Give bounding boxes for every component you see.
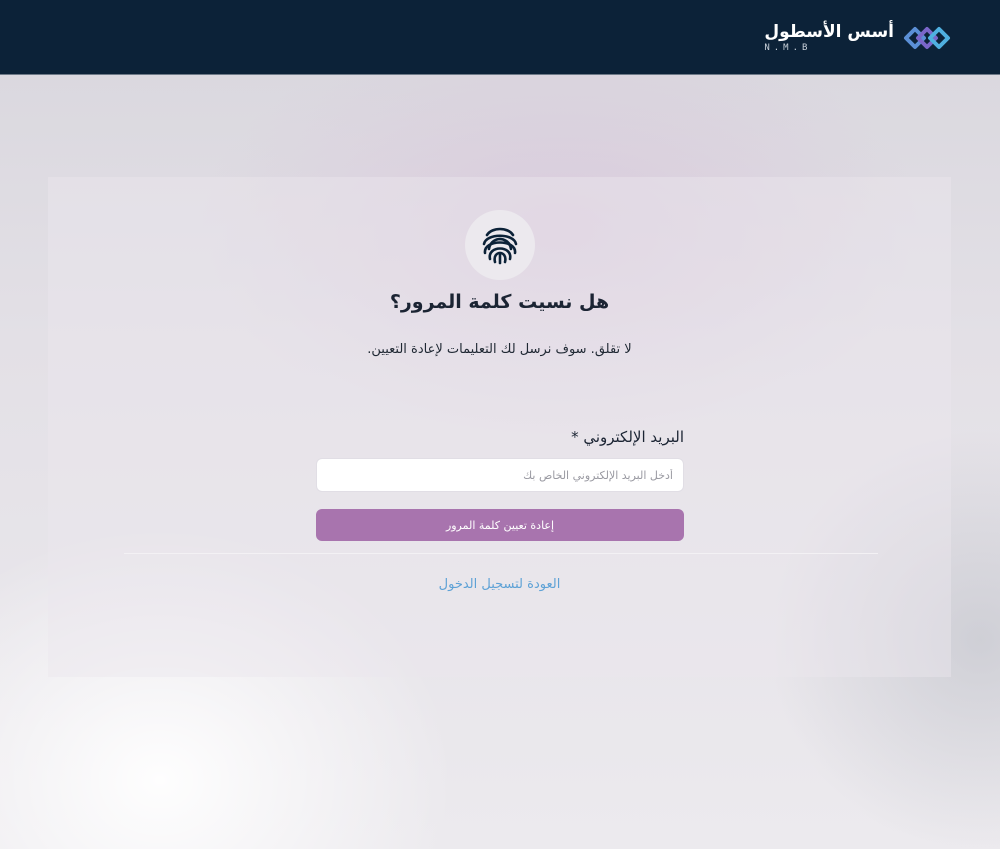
brand-subtitle: N.M.B bbox=[764, 43, 812, 53]
fingerprint-badge bbox=[465, 210, 535, 280]
back-to-login-link[interactable]: العودة لتسجيل الدخول bbox=[48, 577, 951, 592]
reset-password-button[interactable]: إعادة تعيين كلمة المرور bbox=[316, 509, 684, 541]
page-subtitle: لا تقلق. سوف نرسل لك التعليمات لإعادة ال… bbox=[367, 342, 632, 357]
fingerprint-icon bbox=[482, 227, 518, 265]
email-label: البريد الإلكتروني * bbox=[571, 428, 684, 446]
forgot-password-card: هل نسيت كلمة المرور؟ لا تقلق. سوف نرسل ل… bbox=[48, 177, 951, 677]
brand-name: أسس الأسطول bbox=[764, 22, 894, 42]
divider bbox=[124, 553, 878, 554]
page-title: هل نسيت كلمة المرور؟ bbox=[389, 291, 610, 313]
brand[interactable]: أسس الأسطول N.M.B bbox=[764, 20, 952, 56]
brand-text: أسس الأسطول N.M.B bbox=[764, 22, 894, 54]
email-input[interactable] bbox=[316, 458, 684, 492]
top-navbar: أسس الأسطول N.M.B bbox=[0, 0, 1000, 75]
nmb-logo-icon bbox=[904, 27, 950, 49]
